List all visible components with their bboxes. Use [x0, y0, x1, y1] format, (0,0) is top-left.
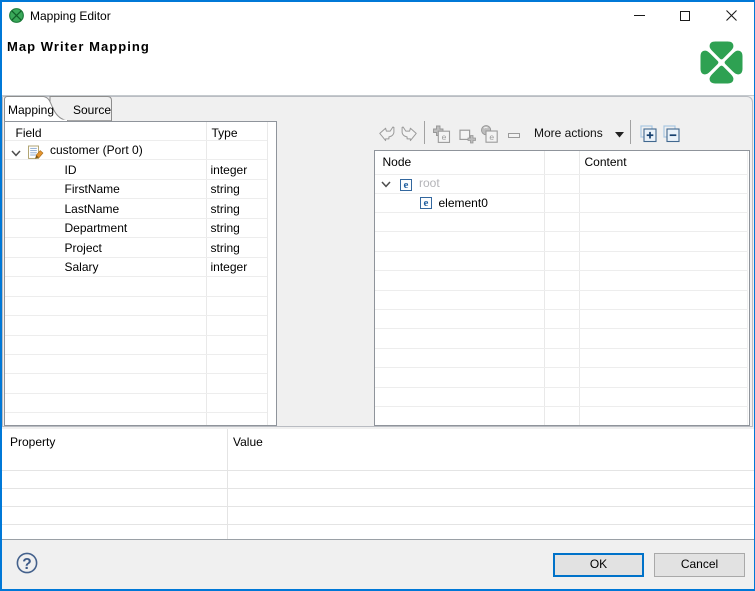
svg-text:?: ? — [22, 556, 31, 573]
svg-text:e: e — [442, 132, 447, 142]
svg-text:e: e — [489, 132, 494, 142]
